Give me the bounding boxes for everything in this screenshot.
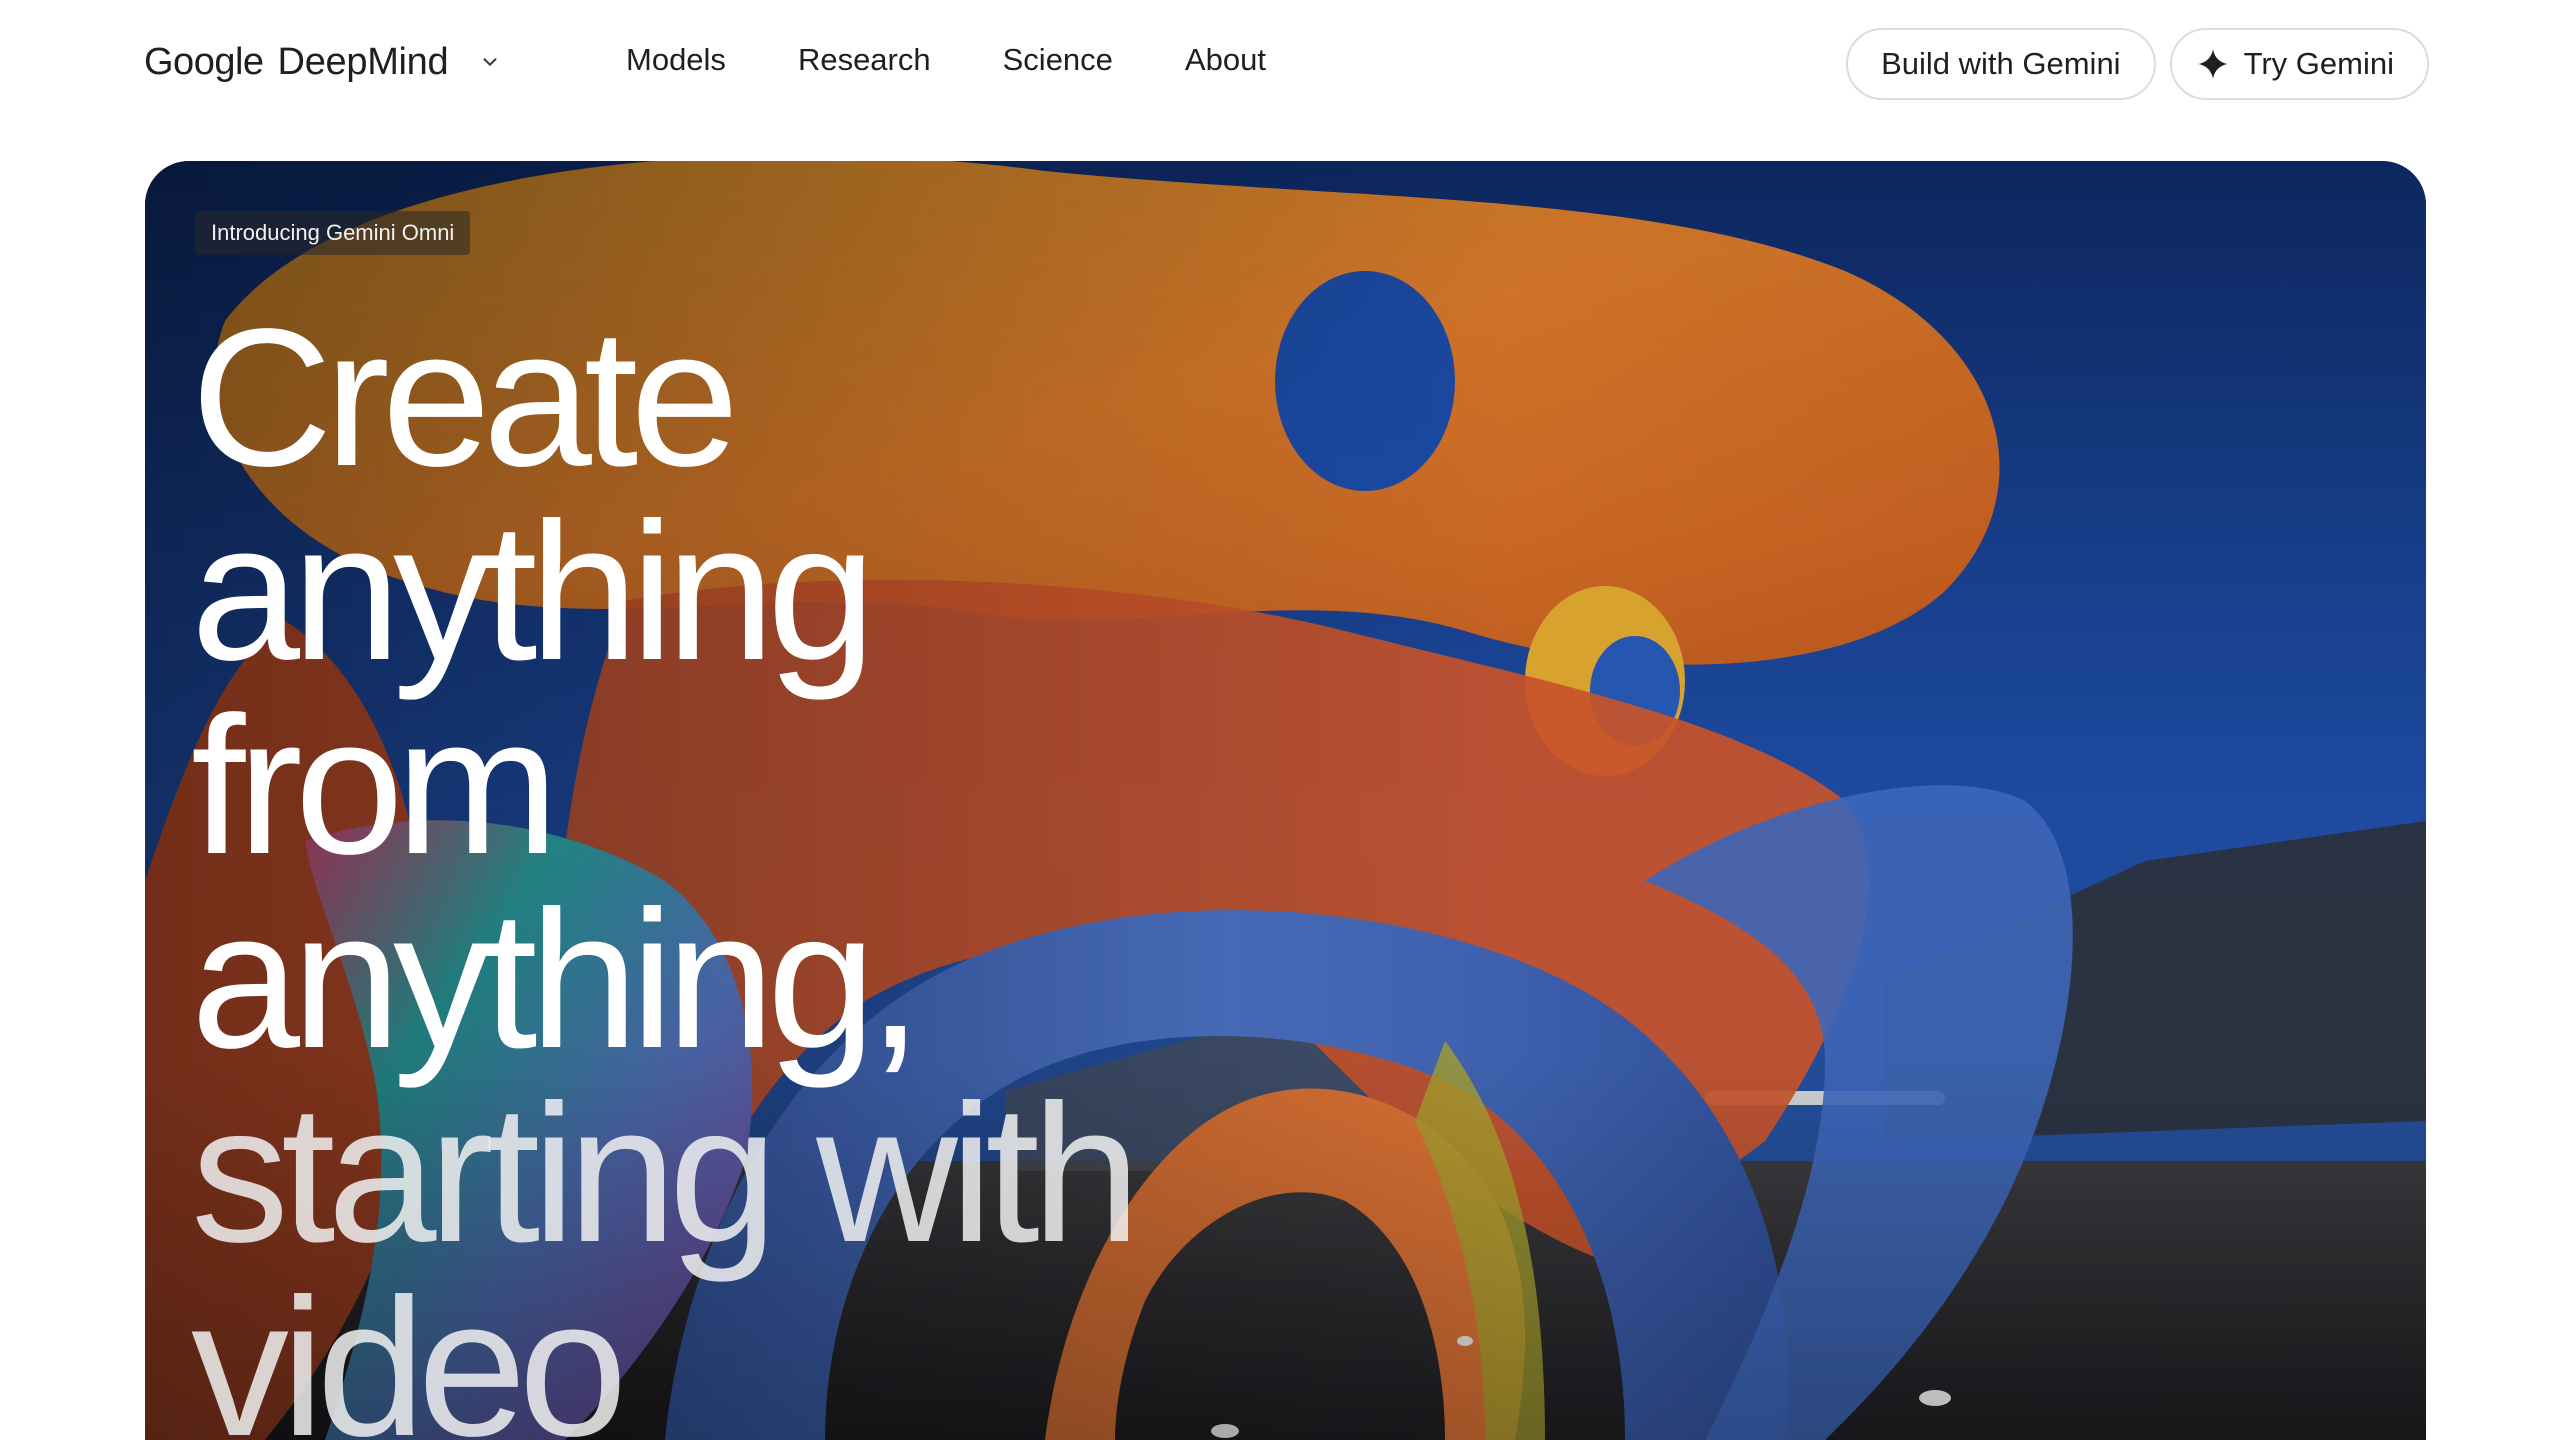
nav-item-models[interactable]: Models [626, 42, 726, 78]
try-gemini-button[interactable]: Try Gemini [2169, 28, 2429, 100]
site-header: Google DeepMind Models Research Science … [0, 0, 2560, 130]
headline-line-1: Create [191, 288, 739, 507]
headline-line-6: video [191, 1258, 628, 1440]
headline-line-2: anything [191, 482, 876, 701]
sparkle-icon [2197, 49, 2228, 79]
chevron-down-icon[interactable] [470, 42, 510, 82]
headline-line-5: starting with [191, 1064, 1141, 1283]
brand-logo-menu[interactable]: Google DeepMind [144, 40, 510, 84]
try-gemini-label: Try Gemini [2243, 46, 2394, 81]
nav-item-about[interactable]: About [1185, 42, 1266, 78]
main-nav: Models Research Science About [626, 38, 1266, 82]
build-with-gemini-button[interactable]: Build with Gemini [1846, 28, 2156, 100]
headline-line-3: from [191, 676, 559, 895]
hero-headline: Create anything from anything, starting … [191, 288, 1491, 1440]
hero-banner: Introducing Gemini Omni Create anything … [145, 161, 2426, 1440]
header-actions: Build with Gemini Try Gemini [1846, 28, 2429, 100]
build-with-gemini-label: Build with Gemini [1881, 46, 2121, 81]
deepmind-wordmark: DeepMind [277, 40, 449, 83]
nav-item-science[interactable]: Science [1003, 42, 1113, 78]
google-wordmark: Google [144, 40, 264, 83]
hero-eyebrow-tag: Introducing Gemini Omni [195, 211, 471, 255]
nav-item-research[interactable]: Research [798, 42, 931, 78]
headline-line-4: anything, [191, 870, 922, 1089]
